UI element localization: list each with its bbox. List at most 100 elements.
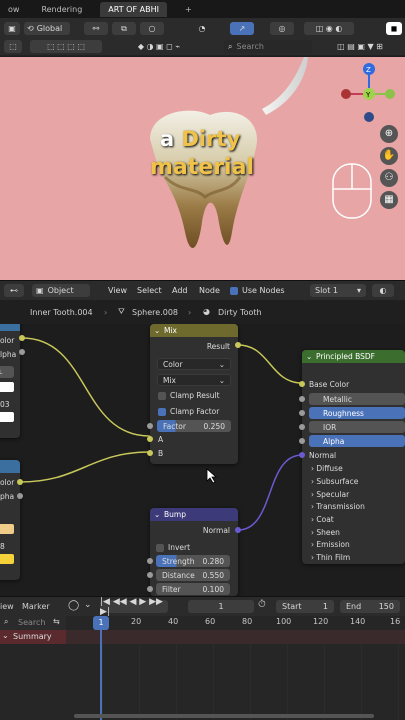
breadcrumb-item-sphere[interactable]: Sphere.008 bbox=[132, 308, 178, 317]
record-icon[interactable]: ◯ bbox=[68, 600, 79, 611]
partial-top-color-swatch[interactable] bbox=[0, 382, 14, 392]
bump-node-header[interactable]: ⌄ Bump bbox=[150, 508, 238, 521]
partial-top-alpha-socket[interactable] bbox=[19, 349, 25, 355]
bsdf-roughness-socket[interactable] bbox=[299, 410, 305, 416]
swap-icon[interactable]: ⇆ bbox=[53, 617, 60, 626]
mix-node[interactable]: ⌄ Mix Result Color ⌄ Mix ⌄ Clamp Result Cla… bbox=[150, 324, 238, 464]
add-workspace-button[interactable]: + bbox=[181, 3, 196, 16]
bsdf-normal-socket[interactable] bbox=[299, 452, 305, 458]
pan-hand-icon[interactable]: ✋ bbox=[380, 147, 398, 165]
bsdf-roughness-field[interactable]: Roughness bbox=[309, 407, 405, 419]
filter-icons[interactable]: ◫ ▤ ▣ ▼ ⊞ bbox=[318, 40, 402, 53]
partial-bottom-color-swatch-2[interactable] bbox=[0, 554, 14, 564]
invert-checkbox[interactable]: Invert bbox=[156, 543, 190, 552]
mix-node-header[interactable]: ⌄ Mix bbox=[150, 324, 238, 337]
bump-normal-socket[interactable] bbox=[235, 527, 241, 533]
partial-top-dropdown[interactable]: L bbox=[0, 366, 14, 378]
clamp-result-checkbox[interactable]: Clamp Result bbox=[158, 391, 220, 400]
display-icons[interactable]: ◆ ◑ ▣ ◻ ⌁ bbox=[114, 40, 204, 53]
partial-bottom-alpha-socket[interactable] bbox=[17, 493, 23, 499]
mix-factor-socket[interactable] bbox=[147, 423, 153, 429]
bump-strength-socket[interactable] bbox=[147, 558, 153, 564]
panel-transmission[interactable]: › Transmission bbox=[311, 502, 365, 511]
bsdf-node-header[interactable]: ⌄ Principled BSDF bbox=[302, 350, 405, 363]
tab-partial[interactable]: ow bbox=[4, 3, 23, 16]
panel-sheen[interactable]: › Sheen bbox=[311, 528, 340, 537]
slot-dropdown[interactable]: Slot 1 ▾ bbox=[310, 284, 366, 297]
overlay-toggle[interactable]: ◎ bbox=[270, 22, 294, 35]
tool-icon[interactable]: ⬚ bbox=[4, 40, 22, 53]
timeline-menu-marker[interactable]: Marker bbox=[22, 602, 50, 611]
panel-emission[interactable]: › Emission bbox=[311, 540, 350, 549]
panel-subsurface[interactable]: › Subsurface bbox=[311, 477, 358, 486]
breadcrumb-item-inner-tooth[interactable]: Inner Tooth.004 bbox=[30, 308, 93, 317]
grid-icon[interactable]: ▦ bbox=[380, 191, 398, 209]
partial-node-bottom[interactable]: olor pha 8 bbox=[0, 460, 20, 580]
pivot-dropdown[interactable]: ⚯ bbox=[84, 22, 108, 35]
node-editor-type-icon[interactable]: ⊷ bbox=[4, 284, 24, 297]
mix-factor-slider[interactable]: Factor 0.250 bbox=[157, 420, 231, 432]
menu-view[interactable]: View bbox=[108, 286, 127, 295]
visibility-icon[interactable]: ◔ bbox=[196, 22, 208, 35]
timeline-body[interactable]: ⌄ Summary bbox=[0, 630, 405, 720]
node-canvas[interactable]: olor lpha L 03 olor pha 8 ⌄ Mix Result Co… bbox=[0, 324, 405, 596]
material-browse-icon[interactable]: ◐ bbox=[372, 284, 394, 297]
xray-toggle[interactable]: ◫ ◉ ◐ bbox=[304, 22, 354, 35]
mix-a-socket[interactable] bbox=[147, 436, 153, 442]
panel-diffuse[interactable]: › Diffuse bbox=[311, 464, 343, 473]
editor-type-icon[interactable]: ▣ bbox=[4, 22, 20, 35]
panel-thin-film[interactable]: › Thin Film bbox=[311, 553, 350, 562]
breadcrumb-item-material[interactable]: Dirty Tooth bbox=[218, 308, 262, 317]
current-frame-field[interactable]: 1 bbox=[188, 600, 254, 613]
proportional-toggle[interactable]: ○ bbox=[140, 22, 164, 35]
bump-filter-socket[interactable] bbox=[147, 586, 153, 592]
timeline-search-box[interactable]: ⌕ Search ⇆ bbox=[0, 616, 66, 630]
navigation-gizmo[interactable]: Z Y bbox=[338, 61, 400, 123]
playback-controls[interactable]: |◀ ◀◀ ◀ ▶ ▶▶ ▶| bbox=[100, 597, 168, 617]
use-nodes-checkbox[interactable]: Use Nodes bbox=[230, 286, 285, 295]
summary-row[interactable]: ⌄ Summary bbox=[0, 630, 66, 644]
select-mode-buttons[interactable]: ⬚ ⬚ ⬚ ⬚ bbox=[30, 40, 102, 53]
snap-toggle[interactable]: ⧉ bbox=[112, 22, 136, 35]
panel-coat[interactable]: › Coat bbox=[311, 515, 334, 524]
bsdf-metallic-field[interactable]: Metallic bbox=[309, 393, 405, 405]
gizmo-toggle[interactable]: ↗ bbox=[230, 22, 254, 35]
partial-bottom-color-swatch[interactable] bbox=[0, 524, 14, 534]
playhead-line[interactable] bbox=[100, 630, 102, 720]
bsdf-ior-socket[interactable] bbox=[299, 424, 305, 430]
partial-bottom-color-socket[interactable] bbox=[17, 479, 23, 485]
shading-button[interactable]: ◼ bbox=[386, 22, 402, 35]
timeline-ruler[interactable]: ⌕ Search ⇆ 1 20 40 60 80 100 120 140 16 bbox=[0, 616, 405, 630]
object-mode-dropdown[interactable]: ▣ Object bbox=[32, 284, 90, 297]
bsdf-alpha-socket[interactable] bbox=[299, 438, 305, 444]
panel-specular[interactable]: › Specular bbox=[311, 490, 349, 499]
bump-strength-slider[interactable]: Strength 0.280 bbox=[156, 555, 230, 567]
zoom-icon[interactable]: ⊕ bbox=[380, 125, 398, 143]
partial-node-top[interactable]: olor lpha L 03 bbox=[0, 324, 20, 438]
bump-filter-field[interactable]: Filter 0.100 bbox=[156, 583, 230, 595]
mix-b-socket[interactable] bbox=[147, 450, 153, 456]
bsdf-alpha-field[interactable]: Alpha bbox=[309, 435, 405, 447]
start-frame-field[interactable]: Start 1 bbox=[276, 600, 334, 613]
partial-top-color-socket[interactable] bbox=[19, 335, 25, 341]
record-options-icon[interactable]: ⌄ bbox=[84, 600, 92, 610]
tab-rendering[interactable]: Rendering bbox=[37, 3, 86, 16]
mix-result-socket[interactable] bbox=[235, 342, 241, 348]
menu-node[interactable]: Node bbox=[199, 286, 220, 295]
search-field[interactable]: ⌕ Search bbox=[224, 40, 312, 53]
horizontal-scrollbar[interactable] bbox=[74, 714, 374, 718]
partial-top-color-swatch-2[interactable] bbox=[0, 412, 14, 422]
menu-select[interactable]: Select bbox=[137, 286, 162, 295]
mix-blend-dropdown[interactable]: Mix ⌄ bbox=[157, 374, 231, 386]
bsdf-ior-field[interactable]: IOR bbox=[309, 421, 405, 433]
mix-data-type-dropdown[interactable]: Color ⌄ bbox=[157, 358, 231, 370]
playhead-frame-badge[interactable]: 1 bbox=[93, 616, 109, 630]
menu-add[interactable]: Add bbox=[172, 286, 188, 295]
bump-distance-field[interactable]: Distance 0.550 bbox=[156, 569, 230, 581]
camera-icon[interactable]: ⚇ bbox=[380, 169, 398, 187]
stopwatch-icon[interactable]: ⏱ bbox=[258, 599, 266, 610]
3d-viewport[interactable]: a Dirty material Z Y ⊕ ✋ ⚇ ▦ bbox=[0, 57, 405, 280]
orientation-dropdown[interactable]: ⟲ Global bbox=[24, 22, 70, 35]
tab-art-of-abhi[interactable]: ART OF ABHI bbox=[100, 1, 167, 17]
bsdf-base-color-socket[interactable] bbox=[299, 381, 305, 387]
